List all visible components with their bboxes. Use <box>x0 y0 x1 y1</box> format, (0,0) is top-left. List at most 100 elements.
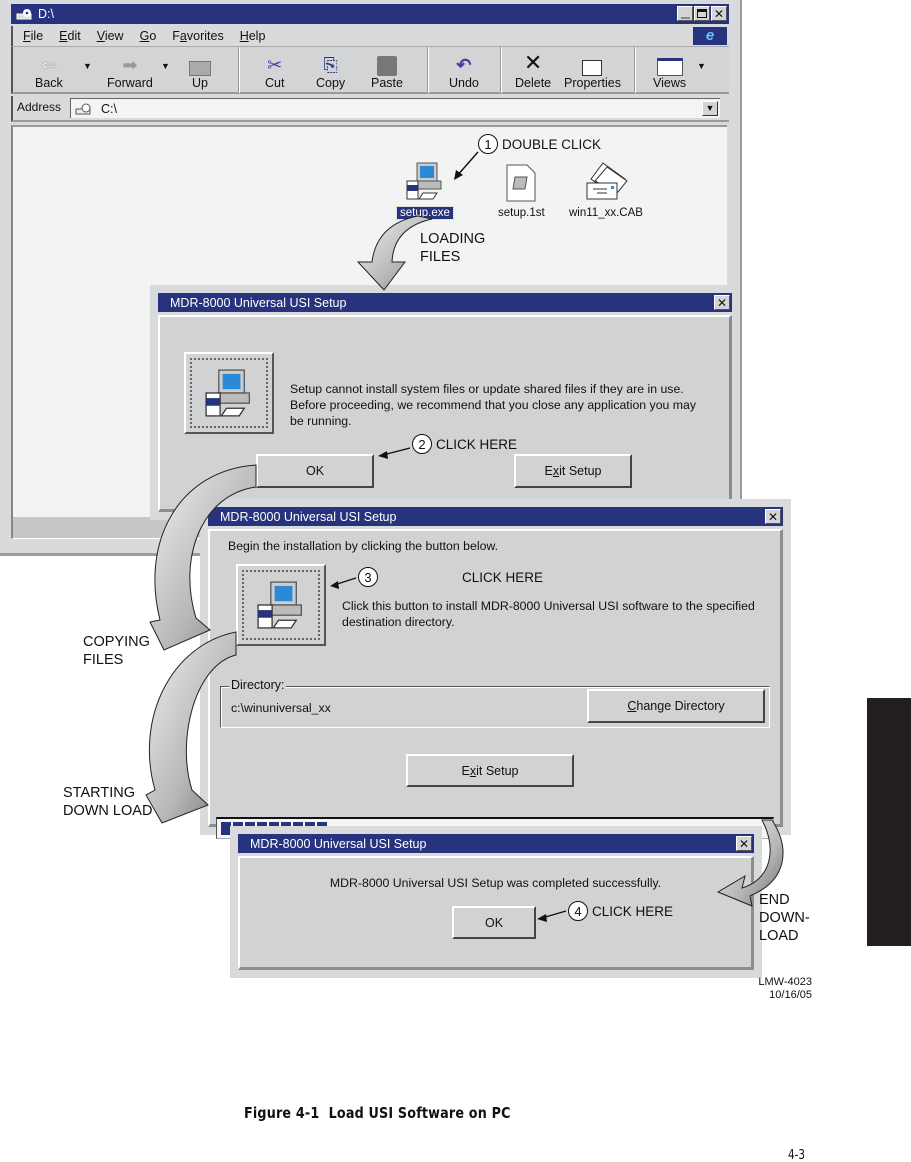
label-line: LOAD <box>759 928 799 944</box>
step4-callout: 4 CLICK HERE <box>568 901 673 921</box>
maximize-button[interactable] <box>694 6 710 21</box>
message-line: Setup cannot install system files or upd… <box>290 382 684 396</box>
step-number: 2 <box>412 434 432 454</box>
paste-label: Paste <box>371 76 403 90</box>
dialog-close-button[interactable]: ✕ <box>714 295 730 310</box>
undo-icon: ↶ <box>456 55 472 75</box>
toolbar-separator <box>634 47 636 93</box>
label-line: COPYING <box>83 634 150 650</box>
menu-favorites[interactable]: Favorites <box>172 29 223 43</box>
forward-label: Forward <box>107 76 153 90</box>
address-input[interactable]: C:\ ▼ <box>70 98 720 118</box>
completion-message: MDR-8000 Universal USI Setup was complet… <box>329 876 662 890</box>
views-dropdown-icon[interactable]: ▼ <box>697 61 706 71</box>
label-line: FILES <box>83 652 124 668</box>
label-part: E <box>461 763 470 778</box>
close-icon: ✕ <box>716 295 728 310</box>
menu-file-rest: ile <box>30 29 44 43</box>
dialog-titlebar[interactable]: MDR-8000 Universal USI Setup ✕ <box>238 834 754 853</box>
toolbar-separator <box>427 47 429 93</box>
label-line: END <box>759 892 790 908</box>
dialog-body: Setup cannot install system files or upd… <box>158 315 732 512</box>
label-part: E <box>544 464 553 478</box>
delete-button[interactable]: ✕ Delete <box>515 50 551 92</box>
up-label: Up <box>192 76 208 90</box>
menu-bar: File Edit View Go Favorites Help e <box>11 26 729 46</box>
exit-setup-button[interactable]: Exit Setup <box>514 454 632 488</box>
ok-button[interactable]: OK <box>256 454 374 488</box>
menu-favorites-pre: F <box>172 29 180 43</box>
document-icon <box>506 164 536 202</box>
label-part: it Setup <box>559 464 602 478</box>
address-value: C:\ <box>101 101 117 116</box>
loading-files-label: LOADING FILES <box>420 230 485 266</box>
back-button[interactable]: ⇐ Back <box>35 50 63 92</box>
dialog-titlebar[interactable]: MDR-8000 Universal USI Setup ✕ <box>208 507 783 526</box>
directory-groupbox: Directory: c:\winuniversal_xx Change Dir… <box>220 678 770 728</box>
setup-complete-dialog: MDR-8000 Universal USI Setup ✕ MDR-8000 … <box>230 826 762 978</box>
ok-button[interactable]: OK <box>452 906 536 939</box>
file-item-setup-exe[interactable]: setup.exe <box>396 159 454 220</box>
cut-button[interactable]: ✂ Cut <box>265 50 284 92</box>
close-button[interactable]: ✕ <box>711 6 727 21</box>
menu-view-rest: iew <box>104 29 124 43</box>
setup-installer-icon <box>406 162 442 200</box>
file-name: setup.1st <box>498 207 545 219</box>
callout-text: DOUBLE CLICK <box>502 136 602 152</box>
drawing-id: LMW-4023 10/16/05 <box>740 976 812 1002</box>
close-icon: ✕ <box>738 836 750 851</box>
menu-view[interactable]: View <box>97 29 124 43</box>
undo-button[interactable]: ↶ Undo <box>449 50 479 92</box>
up-folder-icon <box>189 50 211 76</box>
change-directory-button[interactable]: Change Directory <box>587 689 765 723</box>
menu-file[interactable]: File <box>23 29 43 43</box>
focus-rect <box>190 358 268 428</box>
views-label: Views <box>653 76 687 90</box>
description-line: destination directory. <box>342 615 455 629</box>
menu-go[interactable]: Go <box>140 29 157 43</box>
step3-callout: 3 CLICK HERE <box>358 567 543 587</box>
setup-install-dialog: MDR-8000 Universal USI Setup ✕ Begin the… <box>200 499 791 839</box>
setup-installer-icon <box>205 369 250 417</box>
file-name: win11_xx.CAB <box>569 207 643 219</box>
delete-x-icon: ✕ <box>523 50 543 75</box>
install-button[interactable] <box>236 564 326 646</box>
back-dropdown-icon[interactable]: ▼ <box>83 61 92 71</box>
setup-installer-icon <box>257 581 302 629</box>
focus-rect <box>242 570 320 640</box>
close-icon: ✕ <box>713 6 725 21</box>
properties-button[interactable]: Properties <box>564 50 621 92</box>
menu-edit-rest: dit <box>67 29 81 43</box>
up-button[interactable]: Up <box>189 50 211 92</box>
forward-dropdown-icon[interactable]: ▼ <box>161 61 170 71</box>
step-number: 4 <box>568 901 588 921</box>
cabinet-archive-icon <box>586 162 628 200</box>
dialog-close-button[interactable]: ✕ <box>765 509 781 524</box>
dialog-title: MDR-8000 Universal USI Setup <box>170 295 347 310</box>
exit-setup-button[interactable]: Exit Setup <box>406 754 574 787</box>
file-item-cab[interactable]: win11_xx.CAB <box>566 161 646 219</box>
dialog-close-button[interactable]: ✕ <box>736 836 752 851</box>
copy-button[interactable]: ⎘ Copy <box>316 50 345 92</box>
drawing-number: LMW-4023 <box>758 976 812 988</box>
address-dropdown-button[interactable]: ▼ <box>702 101 718 116</box>
menu-help[interactable]: Help <box>240 29 266 43</box>
callout-text: CLICK HERE <box>436 436 518 452</box>
explorer-titlebar[interactable]: D:\ ✕ <box>11 4 729 24</box>
step-number: 3 <box>358 567 378 587</box>
figure-caption: Figure 4-1 Load USI Software on PC <box>244 1104 511 1122</box>
dialog-titlebar[interactable]: MDR-8000 Universal USI Setup ✕ <box>158 293 732 312</box>
drawing-date: 10/16/05 <box>769 989 812 1001</box>
back-label: Back <box>35 76 63 90</box>
file-item-setup-1st[interactable]: setup.1st <box>495 163 548 219</box>
forward-button[interactable]: ➡ Forward <box>107 50 153 92</box>
minimize-button[interactable] <box>677 6 693 21</box>
step-number: 1 <box>478 134 498 154</box>
back-arrow-icon: ⇐ <box>41 55 57 75</box>
dialog-body: MDR-8000 Universal USI Setup was complet… <box>238 856 754 970</box>
paste-button[interactable]: Paste <box>371 50 403 92</box>
views-button[interactable]: Views <box>653 50 686 92</box>
callout-text: CLICK HERE <box>592 903 674 919</box>
directory-label: Directory: <box>229 678 287 692</box>
menu-edit[interactable]: Edit <box>59 29 81 43</box>
